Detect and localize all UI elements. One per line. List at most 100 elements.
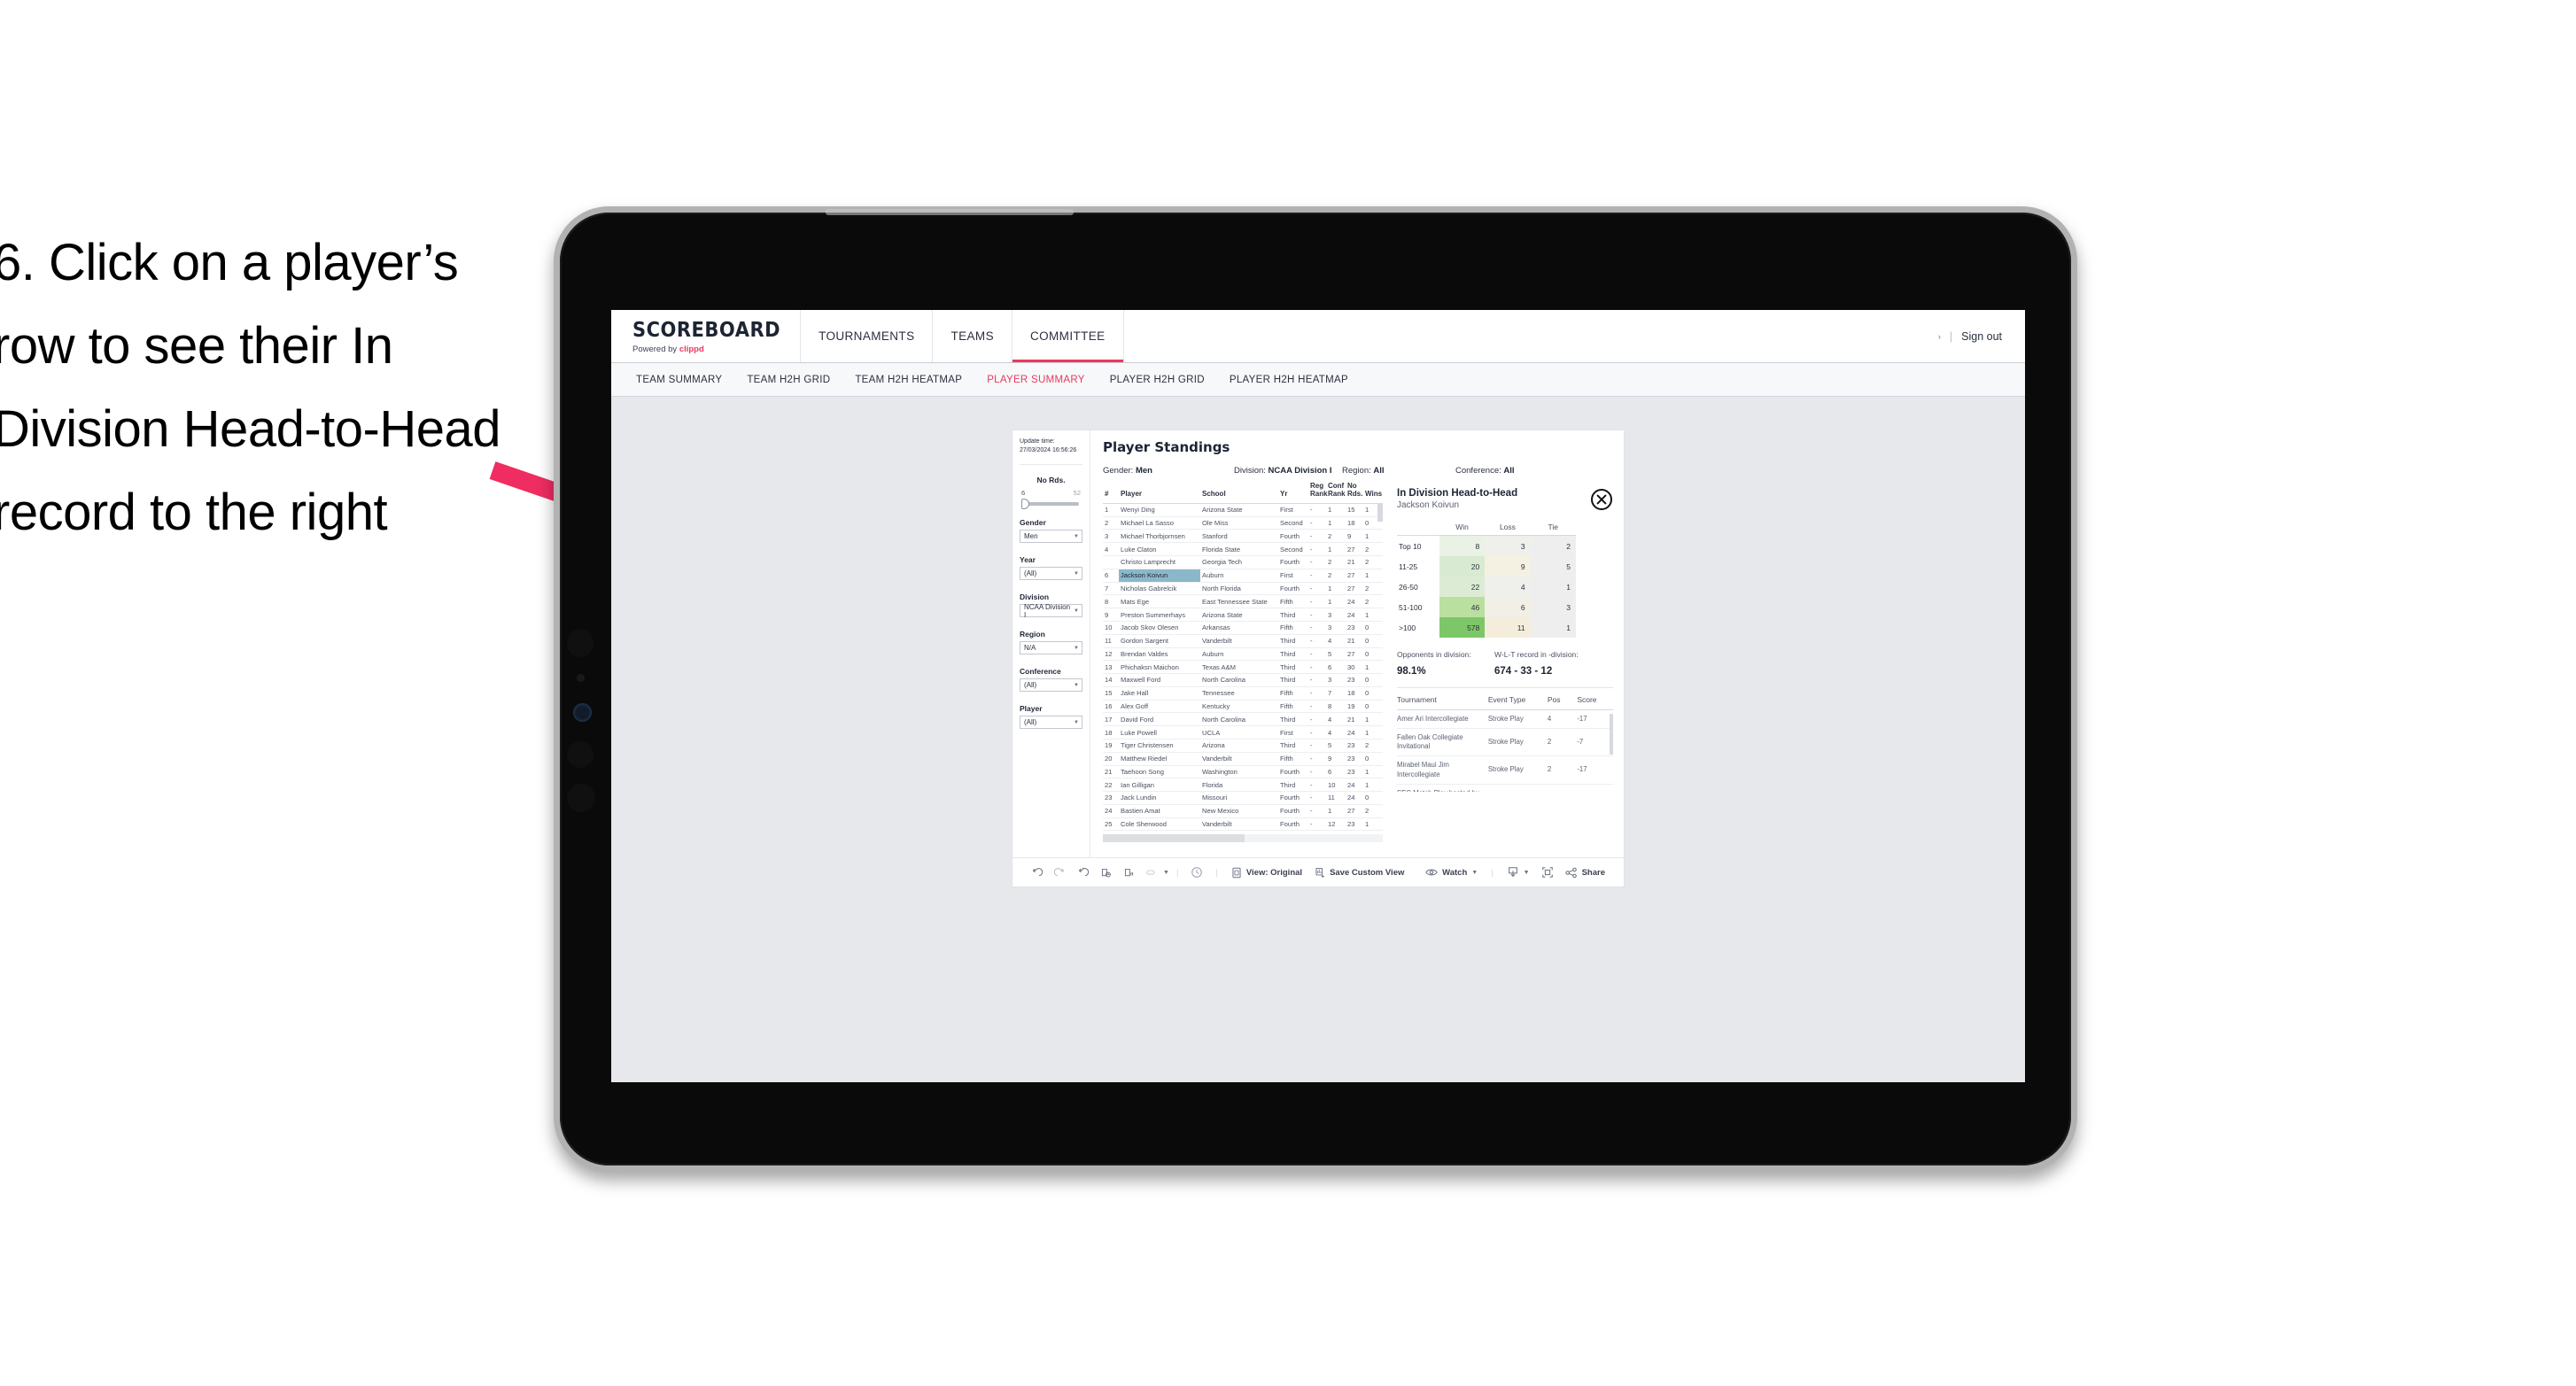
subtab-player-h2h-heatmap[interactable]: PLAYER H2H HEATMAP [1217,375,1361,385]
h2h-win-cell[interactable]: 46 [1439,597,1486,617]
h2h-win-cell[interactable]: 22 [1439,577,1486,597]
col-tournament[interactable]: Tournament [1397,695,1488,710]
table-row[interactable]: 23 Jack Lundin Missouri Fourth -11 24 0 [1103,791,1383,805]
h2h-win-cell[interactable]: 578 [1439,617,1486,638]
col-event-type[interactable]: Event Type [1487,695,1548,710]
download-caret-icon[interactable]: ▼ [1524,870,1530,876]
table-row[interactable]: 7 Nicholas Gabrelcik North Florida Fourth -1… [1103,582,1383,596]
highlight-icon[interactable] [1140,867,1163,879]
h2h-tie-cell[interactable]: 3 [1530,597,1576,617]
filter-select-conference[interactable]: (All) ▼ [1020,678,1082,693]
tournament-row[interactable]: SEC Match Play hosted by Jerry Pate Roun… [1397,784,1613,792]
table-row[interactable]: 4 Luke Claton Florida State Second -1 27 2 [1103,542,1383,557]
tournament-row[interactable]: Fallen Oak Collegiate Invitational Stroke… [1397,728,1613,757]
account-caret-icon[interactable]: › [1938,332,1941,341]
pause-updates-icon[interactable] [1117,867,1140,879]
tournament-row[interactable]: Amer Ari Intercollegiate Stroke Play 4 -17 [1397,710,1613,730]
player-table-scroll-area[interactable]: 1 Wenyi Ding Arizona State First -1 15 1 2 Micha… [1103,503,1383,832]
vertical-scrollbar[interactable] [1377,503,1383,522]
h2h-loss-cell[interactable]: 9 [1485,556,1531,577]
no-rounds-slider-handle[interactable] [1021,499,1029,510]
table-row[interactable]: Christo Lamprecht Georgia Tech Fourth -2 21 2 [1103,555,1383,569]
redo-icon[interactable] [1048,867,1071,879]
nav-tab-tournaments[interactable]: TOURNAMENTS [801,310,934,362]
col-reg-rank[interactable]: Reg Rank [1308,481,1328,504]
subtab-team-h2h-heatmap[interactable]: TEAM H2H HEATMAP [842,375,974,385]
filter-summary-region-value: All [1373,466,1385,476]
no-rounds-slider[interactable] [1021,499,1079,510]
h2h-tie-cell[interactable]: 1 [1530,577,1576,597]
table-row[interactable]: 14 Maxwell Ford North Carolina Third -3 23 0 [1103,673,1383,687]
subtab-player-summary[interactable]: PLAYER SUMMARY [974,375,1098,385]
horizontal-scrollbar-thumb[interactable] [1103,834,1245,843]
col-yr[interactable]: Yr [1278,481,1308,504]
filter-select-division[interactable]: NCAA Division I ▼ [1020,603,1082,619]
h2h-loss-cell[interactable]: 6 [1485,597,1531,617]
table-row[interactable]: 19 Tiger Christensen Arizona Third -5 23 2 [1103,739,1383,753]
table-row[interactable]: 12 Brendan Valdes Auburn Third -5 27 0 [1103,647,1383,662]
filter-select-gender[interactable]: Men ▼ [1020,530,1082,544]
table-row[interactable]: 15 Jake Hall Tennessee Fifth -7 18 0 [1103,686,1383,701]
h2h-loss-cell[interactable]: 4 [1485,577,1531,597]
col-conf-rank[interactable]: Conf Rank [1326,481,1346,504]
h2h-tie-cell[interactable]: 1 [1530,617,1576,638]
nav-tab-committee[interactable]: COMMITTEE [1012,310,1124,362]
filter-select-region[interactable]: N/A ▼ [1020,641,1082,655]
h2h-win-cell[interactable]: 20 [1439,556,1486,577]
table-row[interactable]: 24 Bastien Amat New Mexico Fourth -1 27 2 [1103,804,1383,818]
col-player[interactable]: Player [1119,481,1200,504]
col-wins[interactable]: Wins [1363,481,1383,504]
watch-button[interactable]: Watch ▼ [1419,867,1484,878]
table-row[interactable]: 8 Mats Ege East Tennessee State Fifth -1 24 2 [1103,594,1383,609]
table-row[interactable]: 11 Gordon Sargent Vanderbilt Third -4 21 0 [1103,634,1383,648]
refresh-data-icon[interactable] [1094,867,1117,879]
filter-select-player[interactable]: (All) ▼ [1020,716,1082,730]
table-row[interactable]: 21 Taehoon Song Washington Fourth -6 23 1 [1103,765,1383,779]
h2h-loss-cell[interactable]: 3 [1485,535,1531,556]
view-original-button[interactable]: View: Original [1225,867,1308,879]
brand-logo[interactable]: SCOREBOARD Powered by clippd [611,310,802,362]
horizontal-scrollbar-track[interactable] [1103,834,1383,843]
table-row[interactable]: 25 Cole Sherwood Vanderbilt Fourth -12 23 1 [1103,817,1383,832]
subtab-team-h2h-grid[interactable]: TEAM H2H GRID [734,375,842,385]
table-row[interactable]: 20 Matthew Riedel Vanderbilt Fifth -9 23 0 [1103,752,1383,766]
clock-icon[interactable] [1185,866,1208,879]
sign-out-link[interactable]: Sign out [1961,330,2002,343]
tournament-row[interactable]: Mirabel Maui Jim Intercollegiate Stroke P… [1397,755,1613,785]
col-pos[interactable]: Pos [1547,695,1578,710]
download-button[interactable]: ▼ [1501,866,1536,879]
share-button[interactable]: Share [1559,867,1611,879]
nav-tab-teams[interactable]: TEAMS [933,310,1013,362]
table-row[interactable]: 6 Jackson Koivun Auburn First -2 27 1 [1103,569,1383,583]
table-row[interactable]: 16 Alex Goff Kentucky Fifth -8 19 0 [1103,700,1383,714]
filter-select-year[interactable]: (All) ▼ [1020,567,1082,581]
table-row[interactable]: 9 Preston Summerhays Arizona State Third -3 2… [1103,608,1383,622]
fullscreen-icon[interactable] [1536,866,1559,879]
col-no-rds[interactable]: No Rds. [1346,481,1363,504]
table-row[interactable]: 18 Luke Powell UCLA First -4 24 1 [1103,725,1383,739]
col-score[interactable]: Score [1577,695,1613,710]
tournament-list-scroll[interactable]: Amer Ari Intercollegiate Stroke Play 4 -17 F… [1397,710,1613,792]
table-row[interactable]: 22 Ian Gilligan Florida Third -10 24 1 [1103,778,1383,793]
watch-caret-icon[interactable]: ▼ [1471,870,1478,876]
table-row[interactable]: 17 David Ford North Carolina Third -4 21 1 [1103,712,1383,727]
table-row[interactable]: 2 Michael La Sasso Ole Miss Second -1 18 0 [1103,516,1383,530]
highlight-caret-icon[interactable]: ▼ [1163,870,1169,876]
subtab-team-summary[interactable]: TEAM SUMMARY [624,375,734,385]
h2h-loss-cell[interactable]: 11 [1485,617,1531,638]
table-row[interactable]: 10 Jacob Skov Olesen Arkansas Fifth -3 23 0 [1103,621,1383,635]
save-custom-view-button[interactable]: Save Custom View [1308,867,1410,879]
table-row[interactable]: 1 Wenyi Ding Arizona State First -1 15 1 [1103,503,1383,517]
col-rank[interactable]: # [1103,481,1119,504]
h2h-tie-cell[interactable]: 5 [1530,556,1576,577]
h2h-tie-cell[interactable]: 2 [1530,535,1576,556]
table-row[interactable]: 13 Phichaksn Maichon Texas A&M Third -6 30 1 [1103,660,1383,675]
h2h-win-cell[interactable]: 8 [1439,535,1486,556]
subtab-player-h2h-grid[interactable]: PLAYER H2H GRID [1098,375,1217,385]
table-row[interactable]: 3 Michael Thorbjornsen Stanford Fourth -2 9 1 [1103,529,1383,544]
undo-icon[interactable] [1025,867,1048,879]
revert-icon[interactable] [1071,867,1094,879]
close-circle-icon[interactable] [1590,488,1613,511]
tournament-scrollbar[interactable] [1610,714,1613,755]
col-school[interactable]: School [1200,481,1278,504]
